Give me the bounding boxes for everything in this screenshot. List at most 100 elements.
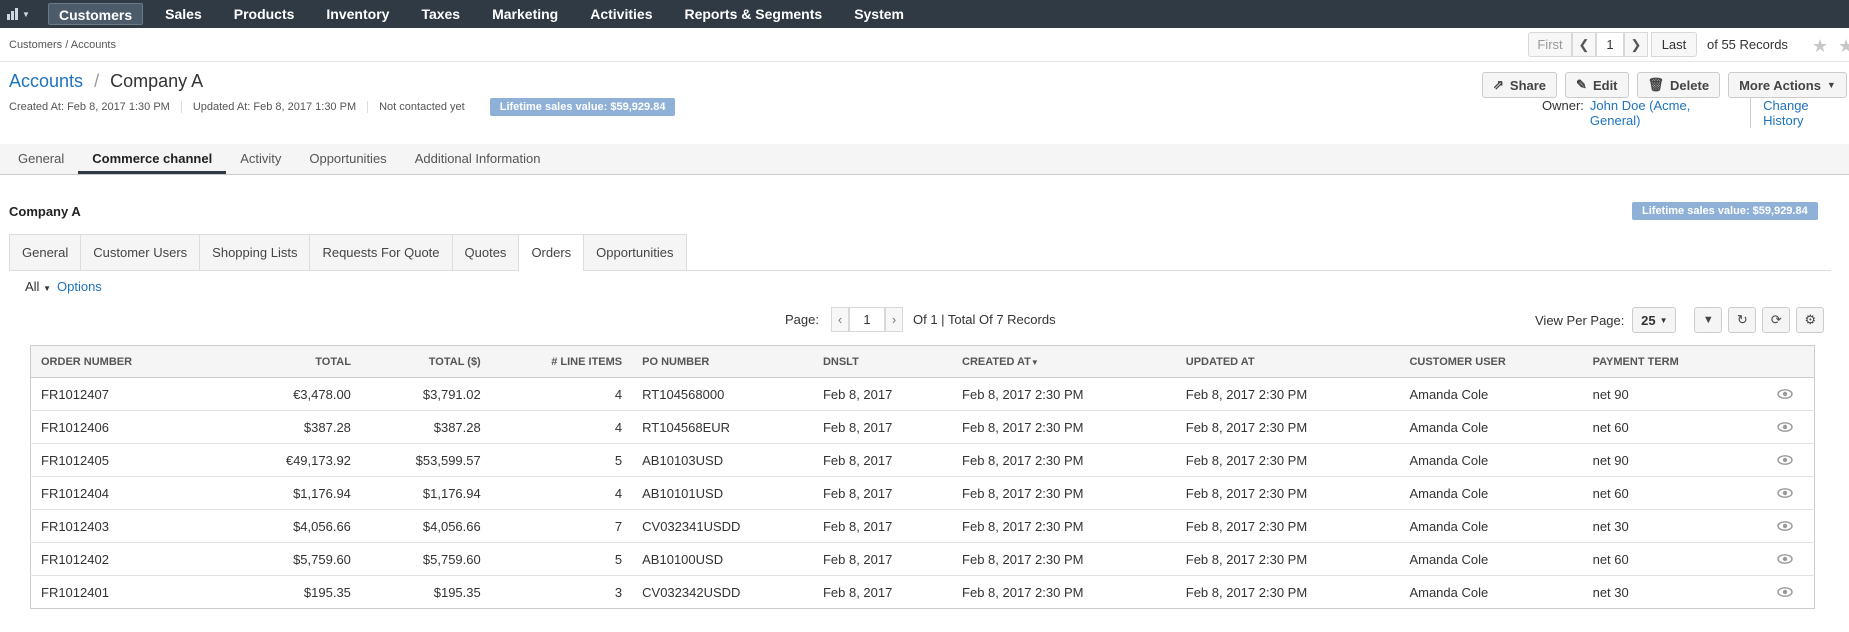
nav-item-system[interactable]: System [838,0,920,28]
share-button[interactable]: ⇗ Share [1482,72,1558,98]
subtab-orders[interactable]: Orders [518,234,584,272]
accounts-link[interactable]: Accounts [9,71,83,91]
table-row[interactable]: FR1012403 $4,056.66 $4,056.66 7 CV032341USDD… [30,509,1815,543]
column-header-order-number[interactable]: ORDER NUMBER [30,345,263,378]
chevron-right-icon: › [891,312,897,327]
column-header-updated-at[interactable]: UPDATED AT [1175,345,1400,378]
breadcrumb[interactable]: Customers / Accounts [9,39,116,51]
prev-record-button[interactable]: ❮ [1572,32,1596,57]
options-link[interactable]: Options [57,279,102,294]
cell-order-number: FR1012404 [30,476,263,510]
tab-commerce-channel[interactable]: Commerce channel [78,144,227,174]
cell-customer-user: Amanda Cole [1399,377,1583,411]
column-header-total[interactable]: TOTAL [262,345,361,378]
subtab-customer-users[interactable]: Customer Users [80,234,200,271]
nav-item-taxes[interactable]: Taxes [405,0,476,28]
cell-line-items: 3 [614,584,623,600]
nav-item-sales[interactable]: Sales [149,0,218,28]
eye-icon [1777,586,1793,597]
column-header-po-number[interactable]: PO NUMBER [632,345,813,378]
owner-link[interactable]: John Doe (Acme, General) [1590,98,1738,128]
nav-item-reports-segments[interactable]: Reports & Segments [668,0,838,28]
tab-general[interactable]: General [4,144,78,174]
tab-opportunities[interactable]: Opportunities [295,144,400,174]
tab-additional-information[interactable]: Additional Information [401,144,555,174]
share-label: Share [1509,77,1547,93]
page-actions: ⇗ Share ✎ Edit 🗑 Delete More Actions ▼ [1482,72,1847,98]
cell-created-at: Feb 8, 2017 2:30 PM [952,377,1176,411]
column-header-dnslt[interactable]: DNSLT [812,345,953,378]
cell-dnslt: Feb 8, 2017 [812,509,953,543]
title-separator: / [94,71,100,91]
nav-item-inventory[interactable]: Inventory [310,0,405,28]
cell-po-number: CV032341USDD [632,509,813,543]
sort-desc-icon: ▼ [1030,357,1039,367]
pin-icon[interactable]: ★ [1838,36,1849,57]
subtab-opportunities[interactable]: Opportunities [583,234,687,271]
cell-order-number: FR1012402 [30,542,263,576]
prev-page-button[interactable]: ‹ [830,307,849,332]
column-header-total[interactable]: TOTAL ($) [360,345,491,378]
last-record-button[interactable]: Last [1651,32,1697,57]
change-history-link[interactable]: Change History [1763,98,1849,128]
dashboard-menu-button[interactable]: ▼ [6,8,40,20]
column-header-label: UPDATED AT [1185,355,1255,368]
subtab-requests-for-quote[interactable]: Requests For Quote [309,234,452,271]
table-row[interactable]: FR1012404 $1,176.94 $1,176.94 4 AB10101USD Fe… [30,476,1815,510]
bar-chart-icon [7,8,18,20]
record-number[interactable]: 1 [1596,32,1624,57]
top-nav: ▼ Customers Sales Products Inventory Taxes Ma… [0,0,1849,28]
column-header-customer-user[interactable]: CUSTOMER USER [1399,345,1583,378]
table-row[interactable]: FR1012402 $5,759.60 $5,759.60 5 AB10100USD Fe… [30,542,1815,576]
owner-label: Owner: [1542,98,1584,113]
refresh-button[interactable]: ↻ [1728,307,1757,333]
view-action[interactable] [1756,443,1815,477]
column-header-payment-term[interactable]: PAYMENT TERM [1582,345,1757,378]
view-action[interactable] [1756,377,1815,411]
view-action[interactable] [1756,410,1815,444]
column-header-line-items[interactable]: # LINE ITEMS [490,345,633,378]
all-filter-dropdown[interactable]: All ▼ [25,279,51,294]
table-row[interactable]: FR1012405 €49,173.92 $53,599.57 5 AB10103USD… [30,443,1815,477]
more-actions-button[interactable]: More Actions ▼ [1728,72,1847,98]
page-input[interactable]: 1 [848,307,885,332]
filter-button[interactable]: ▼ [1694,307,1723,333]
edit-button[interactable]: ✎ Edit [1565,72,1629,98]
chevron-left-icon: ❮ [1578,36,1590,52]
first-record-button[interactable]: First [1528,32,1572,57]
cell-line-items: 5 [490,542,633,576]
cell-updated-at: Feb 8, 2017 2:30 PM [1175,542,1400,576]
next-page-button[interactable]: › [884,307,903,332]
table-row[interactable]: FR1012406 $387.28 $387.28 4 RT104568EUR Feb 8… [30,410,1815,444]
cell-customer-user: Amanda Cole [1399,443,1583,477]
nav-item-customers[interactable]: Customers [48,3,144,25]
table-row[interactable]: FR1012401 $195.35 $195.35 3 CV032342USDD Feb … [31,576,1815,609]
subtab-shopping-lists[interactable]: Shopping Lists [199,234,310,271]
cell-customer-user: Amanda Cole [1399,542,1583,576]
settings-button[interactable]: ⚙ [1796,307,1825,333]
next-record-button[interactable]: ❯ [1624,32,1648,57]
star-icon[interactable]: ★ [1812,36,1828,57]
nav-item-activities[interactable]: Activities [574,0,668,28]
column-header-created-at[interactable]: CREATED AT▼ [952,345,1176,378]
per-page-select[interactable]: 25 ▼ [1632,307,1677,333]
subtab-general[interactable]: General [9,234,81,271]
cell-updated-at: Feb 8, 2017 2:30 PM [1175,476,1400,510]
cell-updated-at: Feb 8, 2017 2:30 PM [1175,509,1400,543]
view-action[interactable] [1756,509,1815,543]
view-action[interactable] [1756,476,1815,510]
caret-down-icon: ▼ [1826,80,1836,90]
delete-button[interactable]: 🗑 Delete [1636,72,1721,98]
eye-icon [1777,487,1793,498]
nav-item-marketing[interactable]: Marketing [476,0,574,28]
table-row[interactable]: FR1012407 €3,478.00 $3,791.02 4 RT104568000 F… [30,377,1815,411]
lifetime-sales-badge: Lifetime sales value: $59,929.84 [489,98,676,116]
subtab-quotes[interactable]: Quotes [451,234,519,271]
nav-item-products[interactable]: Products [218,0,311,28]
view-action[interactable] [1756,576,1814,609]
view-action[interactable] [1756,542,1815,576]
cell-order-number: FR1012406 [30,410,263,444]
reset-button[interactable]: ⟳ [1762,307,1791,333]
table-header-row: ORDER NUMBER TOTAL TOTAL ($) # LINE ITEMS PO… [30,345,1815,378]
tab-activity[interactable]: Activity [226,144,295,174]
